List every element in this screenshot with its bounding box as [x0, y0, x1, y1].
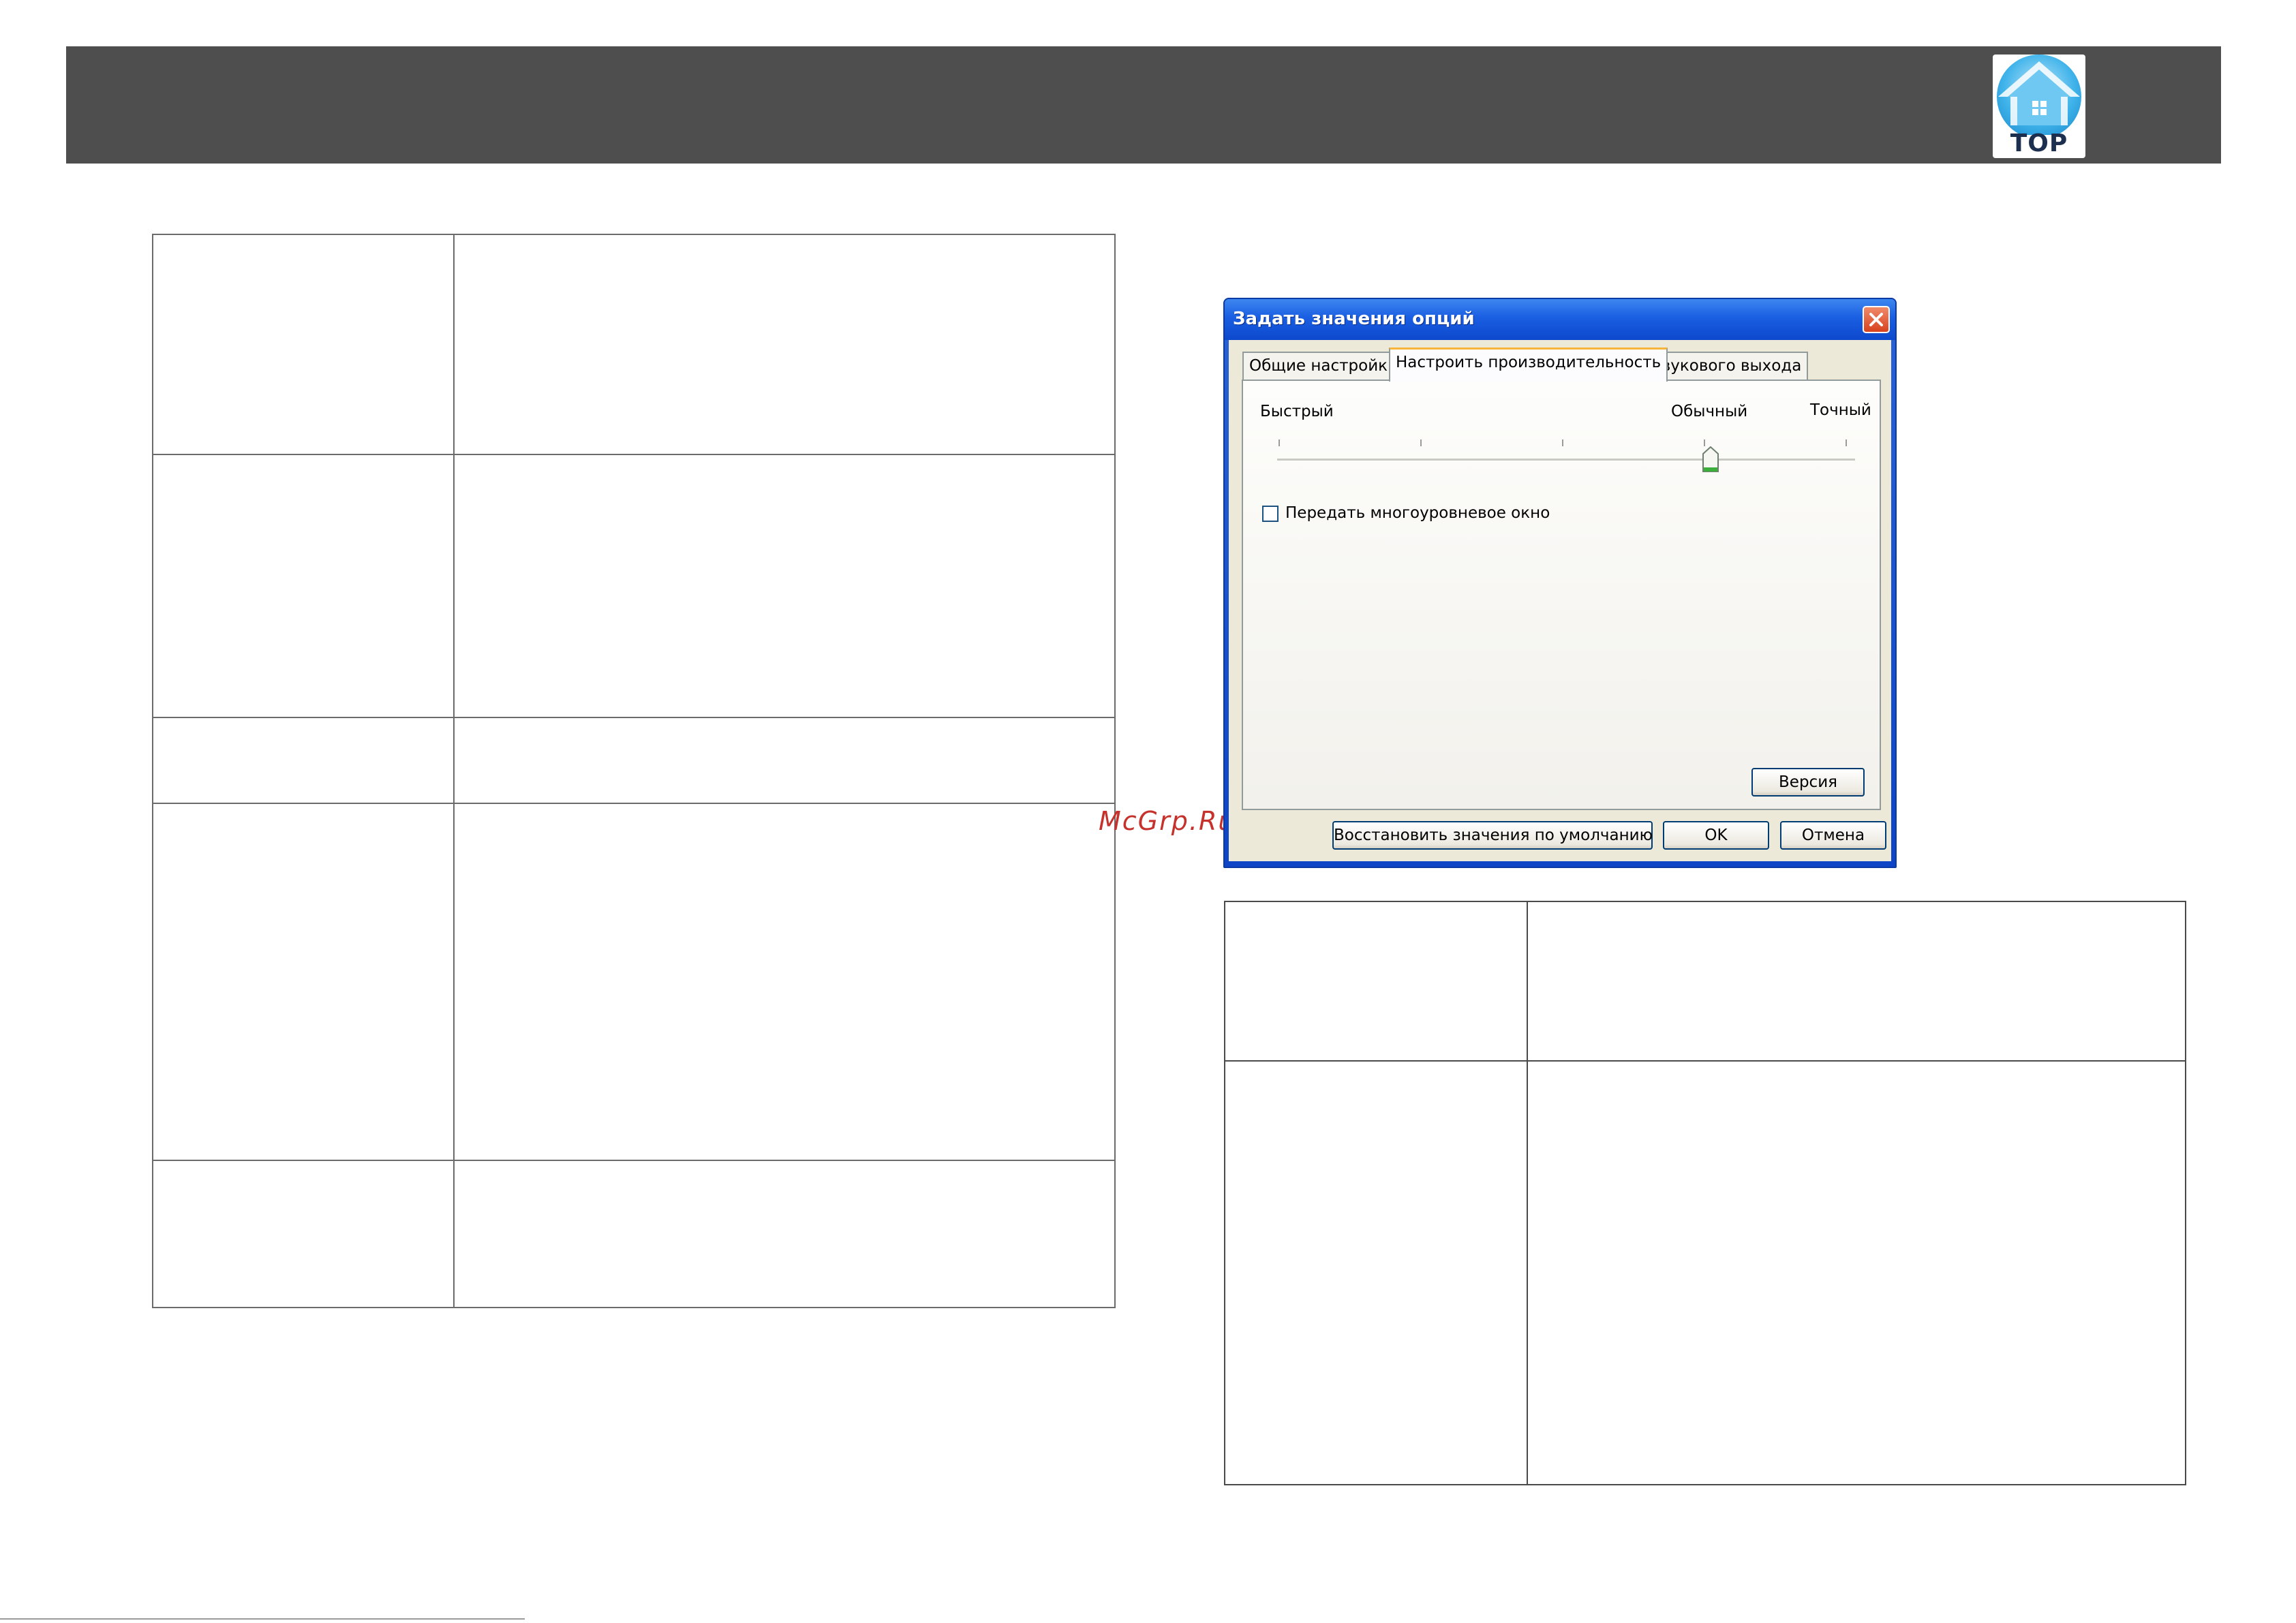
- quality-slider-thumb[interactable]: [1702, 446, 1719, 474]
- table-cell: [453, 234, 1116, 455]
- slider-tick: [1562, 439, 1563, 446]
- table-cell: [152, 1160, 455, 1308]
- table-row: [152, 803, 1116, 1161]
- table-cell: [453, 454, 1116, 718]
- table-row: [152, 234, 1116, 455]
- slider-label-precise: Точный: [1810, 401, 1871, 419]
- tab-general-settings[interactable]: Общие настройки: [1242, 352, 1405, 380]
- top-link-button[interactable]: TOP: [1993, 55, 2085, 158]
- table-cell: [152, 454, 455, 718]
- slider-tick: [1279, 439, 1280, 446]
- table-cell: [152, 803, 455, 1161]
- home-icon: [1997, 55, 2081, 135]
- right-options-table: [1224, 901, 2186, 1485]
- watermark-text: McGrp.Ru: [1099, 806, 1236, 836]
- table-cell: [152, 717, 455, 804]
- table-cell: [152, 234, 455, 455]
- footer-rule: [0, 1618, 525, 1620]
- table-row: [152, 454, 1116, 718]
- restore-defaults-button[interactable]: Восстановить значения по умолчанию: [1332, 821, 1653, 850]
- table-cell: [453, 1160, 1116, 1308]
- table-row: [152, 717, 1116, 804]
- slider-label-normal: Обычный: [1671, 403, 1748, 420]
- performance-tab-panel: Быстрый Обычный Точный Передать многоуро…: [1242, 380, 1881, 810]
- page-header-band: [66, 46, 2221, 164]
- tab-performance[interactable]: Настроить производительность: [1389, 347, 1668, 382]
- slider-label-fast: Быстрый: [1260, 403, 1334, 420]
- table-cell: [453, 803, 1116, 1161]
- dialog-title-bar[interactable]: Задать значения опций: [1225, 299, 1895, 340]
- ok-button[interactable]: OK: [1663, 821, 1769, 850]
- version-button[interactable]: Версия: [1751, 768, 1865, 797]
- table-row: [152, 1160, 1116, 1308]
- left-options-table: [152, 234, 1116, 1308]
- cancel-button[interactable]: Отмена: [1780, 821, 1886, 850]
- table-row: [1224, 901, 2186, 1062]
- top-label: TOP: [2010, 129, 2068, 157]
- close-icon: [1869, 313, 1883, 326]
- slider-tick: [1704, 439, 1705, 446]
- table-cell: [1224, 1060, 1528, 1485]
- dialog-title: Задать значения опций: [1233, 309, 1475, 329]
- tab-sound-output[interactable]: Звукового выхода: [1644, 352, 1809, 380]
- slider-tick: [1846, 439, 1847, 446]
- table-cell: [453, 717, 1116, 804]
- table-cell: [1224, 901, 1528, 1062]
- table-cell: [1527, 901, 2186, 1062]
- table-row: [1224, 1060, 2186, 1485]
- quality-slider-track[interactable]: [1277, 459, 1855, 461]
- close-button[interactable]: [1863, 306, 1890, 333]
- slider-tick: [1420, 439, 1422, 446]
- layered-window-label: Передать многоуровневое окно: [1285, 504, 1550, 522]
- layered-window-checkbox[interactable]: [1262, 506, 1279, 522]
- table-cell: [1527, 1060, 2186, 1485]
